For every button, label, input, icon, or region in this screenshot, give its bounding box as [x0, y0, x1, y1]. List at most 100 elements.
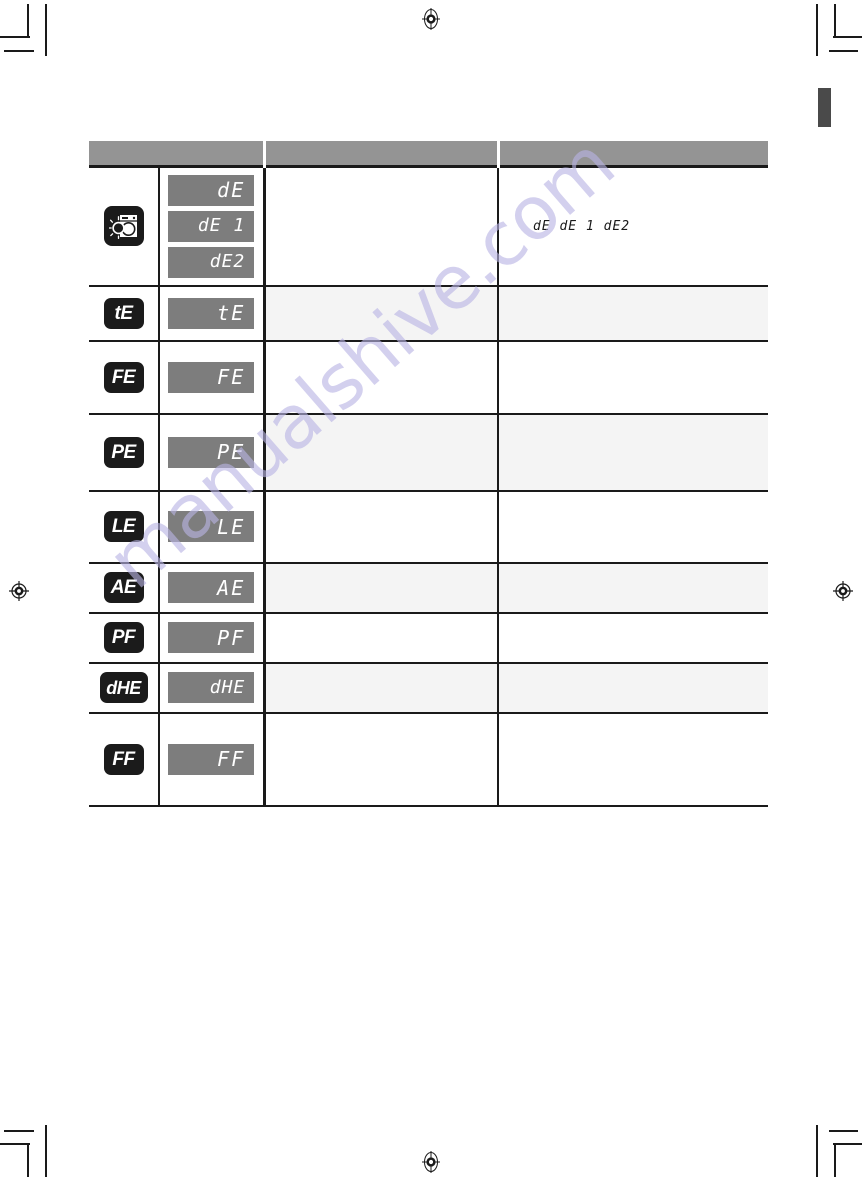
registration-mark-right-icon: [832, 580, 854, 602]
row-display-cell: dE dE 1 dE2: [159, 164, 266, 287]
table-row: LE LE: [89, 490, 768, 564]
row-description-cell: [264, 612, 499, 664]
row-description-cell: [264, 413, 499, 492]
crop-mark-bottom-right-vertical: [816, 1125, 818, 1177]
table-row: AE AE: [89, 562, 768, 614]
row-description-cell: [264, 285, 499, 342]
crop-mark-bottom-right-vertical-inner: [834, 1143, 836, 1177]
table-row: dE dE 1 dE2 dE dE 1 dE2: [89, 164, 768, 287]
row-display-cell: AE: [159, 562, 266, 614]
row-icon-cell: tE: [89, 285, 160, 342]
led-display-chip: AE: [168, 572, 255, 603]
led-display-chip: FF: [168, 743, 255, 775]
table-header-row: [89, 141, 768, 166]
table-header-cell-symbol: [89, 141, 266, 166]
row-action-cell: [498, 340, 768, 415]
led-display-chip: PE: [168, 436, 255, 468]
row-display-cell: tE: [159, 285, 266, 342]
row-display-cell: PF: [159, 612, 266, 664]
crop-mark-bottom-left-vertical-inner: [27, 1143, 29, 1177]
row-icon-cell: FF: [89, 712, 160, 807]
error-code-badge: dHE: [99, 672, 148, 703]
crop-mark-top-right-horizontal: [833, 36, 862, 38]
row-action-cell: dE dE 1 dE2: [498, 164, 768, 287]
row-description-cell: [264, 562, 499, 614]
row-description-cell: [264, 712, 499, 807]
crop-mark-top-right-vertical-inner: [834, 4, 836, 38]
row-description-text: [266, 579, 498, 597]
led-display-chip: FE: [168, 361, 255, 393]
row-description-cell: [264, 662, 499, 714]
row-description-text: [266, 304, 498, 322]
crop-mark-bottom-left-vertical: [45, 1125, 47, 1177]
table-row: FE FE: [89, 340, 768, 415]
row-description-text: [266, 629, 498, 647]
error-code-badge: PF: [103, 622, 144, 653]
row-display-cell: FE: [159, 340, 266, 415]
crop-mark-top-left-horizontal: [0, 36, 30, 38]
error-code-table: dE dE 1 dE2 dE dE 1 dE2 tE tE FE FE PE PE LE LE AE AE…: [89, 141, 768, 807]
crop-mark-top-right-horizontal-inner: [829, 50, 858, 52]
led-display-chip: tE: [168, 297, 255, 329]
row-description-cell: [264, 490, 499, 564]
led-display-chip: LE: [168, 511, 255, 542]
table-row: PF PF: [89, 612, 768, 664]
row-icon-cell: LE: [89, 490, 160, 564]
row-action-text: [499, 629, 768, 647]
crop-mark-bottom-right-horizontal: [833, 1143, 862, 1145]
row-icon-cell: PF: [89, 612, 160, 664]
row-action-cell: [498, 712, 768, 807]
row-display-cell: dHE: [159, 662, 266, 714]
row-icon-cell: AE: [89, 562, 160, 614]
table-header-cell-description: [264, 141, 500, 166]
row-icon-cell: PE: [89, 413, 160, 492]
row-action-cell: [498, 285, 768, 342]
row-description-text: [266, 443, 498, 461]
row-icon-cell: FE: [89, 340, 160, 415]
row-description-text: [266, 368, 498, 386]
row-icon-cell: [89, 164, 160, 287]
row-description-cell: [264, 164, 499, 287]
row-action-text: [499, 579, 768, 597]
row-description-cell: [264, 340, 499, 415]
row-description-text: [266, 679, 498, 697]
row-action-text: [499, 518, 768, 536]
error-code-badge: AE: [103, 572, 144, 603]
registration-mark-top-center-icon: [420, 8, 442, 30]
row-action-cell: [498, 662, 768, 714]
crop-mark-bottom-right-horizontal-inner: [829, 1130, 858, 1132]
section-tab-marker: [818, 88, 831, 127]
row-display-cell: LE: [159, 490, 266, 564]
row-icon-cell: dHE: [89, 662, 160, 714]
table-row: dHE dHE: [89, 662, 768, 714]
error-code-badge: LE: [103, 511, 144, 542]
row-action-text: dE dE 1 dE2: [533, 218, 631, 234]
crop-mark-top-left-vertical-inner: [27, 4, 29, 38]
row-action-text: [499, 304, 768, 322]
crop-mark-top-right-vertical: [816, 4, 818, 56]
crop-mark-bottom-left-horizontal: [0, 1143, 30, 1145]
crop-mark-bottom-left-horizontal-inner: [4, 1130, 34, 1132]
row-action-text: [499, 679, 768, 697]
registration-mark-bottom-center-icon: [420, 1151, 442, 1173]
washing-machine-icon: [103, 206, 144, 246]
led-display-chip: dE 1: [168, 210, 255, 242]
row-action-cell: [498, 562, 768, 614]
table-row: tE tE: [89, 285, 768, 342]
row-display-cell: FF: [159, 712, 266, 807]
row-action-cell: [498, 490, 768, 564]
error-code-table-container: dE dE 1 dE2 dE dE 1 dE2 tE tE FE FE PE PE LE LE AE AE…: [89, 141, 768, 807]
error-code-badge: PE: [103, 436, 144, 468]
led-display-chip: PF: [168, 622, 255, 653]
crop-mark-top-left-vertical: [45, 4, 47, 56]
row-action-cell: [498, 612, 768, 664]
row-display-cell: PE: [159, 413, 266, 492]
led-display-chip: dE: [168, 174, 255, 206]
table-header-cell-action: [498, 141, 768, 166]
row-action-text: [499, 443, 768, 461]
row-action-cell: [498, 413, 768, 492]
row-action-text: [499, 368, 768, 386]
row-description-text: [266, 217, 498, 235]
error-code-badge: FF: [103, 743, 144, 775]
registration-mark-left-icon: [8, 580, 30, 602]
